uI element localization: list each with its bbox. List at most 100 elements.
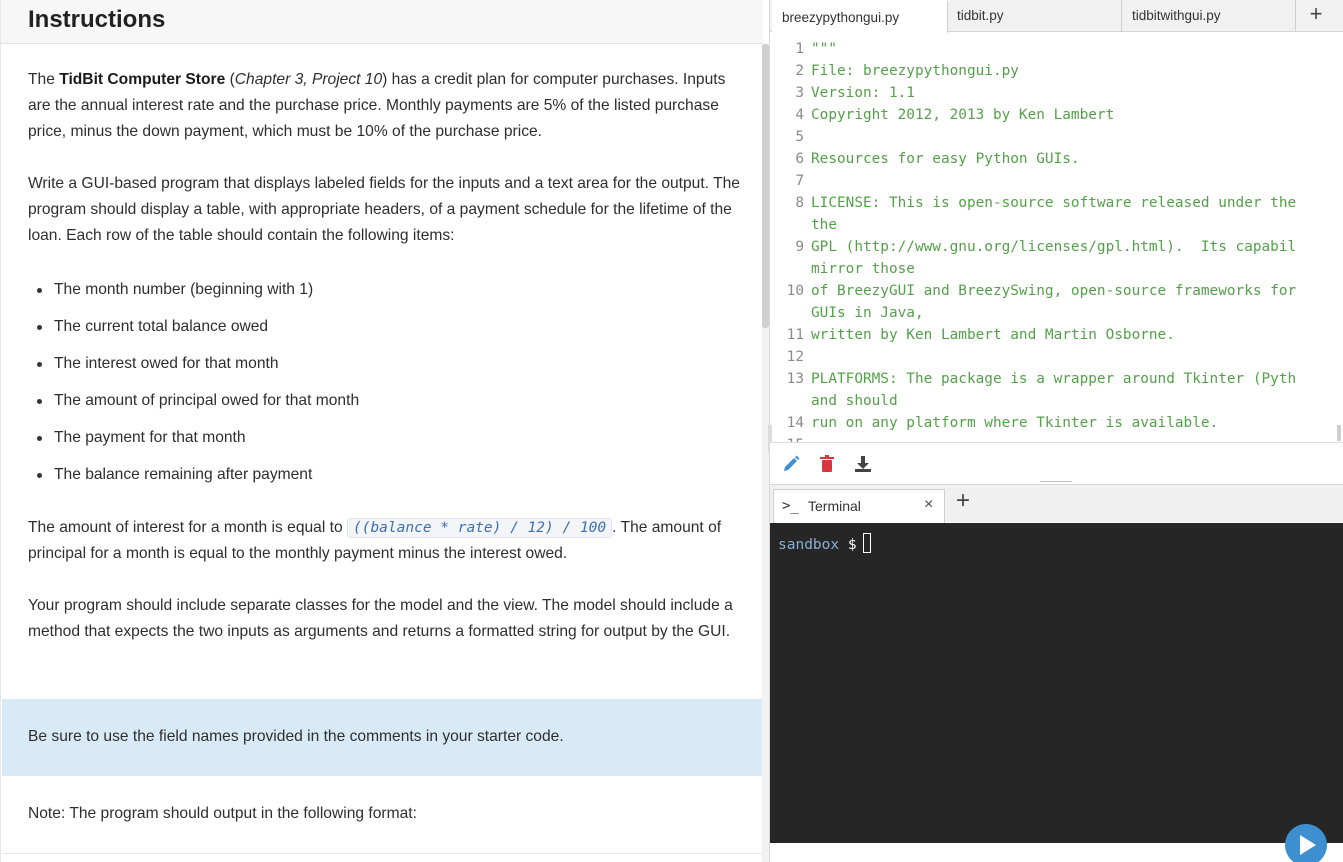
instructions-scrollbar[interactable]	[762, 44, 769, 862]
terminal-panel: >_ Terminal × + sandbox $	[769, 484, 1343, 862]
code-line[interactable]: GUIs in Java,	[770, 302, 1340, 324]
list-item: The interest owed for that month	[28, 351, 359, 388]
run-button[interactable]	[1285, 824, 1327, 862]
tab-breezypythongui[interactable]: breezypythongui.py	[772, 0, 948, 33]
code-text: GUIs in Java,	[811, 305, 924, 321]
store-name: TidBit Computer Store	[59, 71, 226, 88]
code-line[interactable]: 5	[770, 126, 1340, 148]
code-text: GPL (http://www.gnu.org/licenses/gpl.htm…	[811, 239, 1297, 255]
code-line[interactable]: 14 run on any platform where Tkinter is a…	[770, 412, 1340, 434]
line-number: 12	[786, 349, 804, 365]
code-line[interactable]: 6 Resources for easy Python GUIs.	[770, 148, 1340, 170]
line-number: 8	[795, 195, 804, 211]
line-number: 14	[786, 415, 804, 431]
chapter-reference: Chapter 3, Project 10	[234, 71, 383, 88]
instructions-header: Instructions	[1, 0, 763, 44]
tab-terminal[interactable]: >_ Terminal ×	[773, 489, 945, 523]
code-line[interactable]: 11 written by Ken Lambert and Martin Osbo…	[770, 324, 1340, 346]
code-text: LICENSE: This is open-source software re…	[811, 195, 1297, 211]
add-terminal-button[interactable]: +	[956, 487, 970, 515]
code-text: Copyright 2012, 2013 by Ken Lambert	[811, 107, 1115, 123]
code-line[interactable]: 2 File: breezypythongui.py	[770, 60, 1340, 82]
terminal-tab-label: Terminal	[808, 498, 861, 514]
list-item: The amount of principal owed for that mo…	[28, 388, 359, 425]
line-number: 10	[786, 283, 804, 299]
terminal-cursor	[862, 533, 871, 553]
code-line[interactable]: 10 of BreezyGUI and BreezySwing, open-sou…	[770, 280, 1340, 302]
code-text: mirror those	[811, 261, 915, 277]
tab-tidbitwithgui[interactable]: tidbitwithgui.py	[1122, 0, 1296, 32]
callout-box: Be sure to use the field names provided …	[2, 699, 763, 776]
code-line[interactable]: 1 """	[770, 38, 1340, 60]
code-line[interactable]: 13 PLATFORMS: The package is a wrapper ar…	[770, 368, 1340, 390]
download-icon[interactable]	[852, 453, 874, 475]
intro-prefix: The	[28, 71, 60, 88]
interest-prefix: The amount of interest for a month is eq…	[28, 519, 347, 536]
paragraph-task: Write a GUI-based program that displays …	[28, 175, 740, 244]
line-number: 1	[795, 41, 804, 57]
line-number: 13	[786, 371, 804, 387]
code-text: written by Ken Lambert and Martin Osborn…	[811, 327, 1175, 343]
instructions-title: Instructions	[28, 6, 166, 33]
code-line[interactable]: 8 LICENSE: This is open-source software r…	[770, 192, 1340, 214]
code-line[interactable]: 15	[770, 434, 1340, 442]
code-text: File: breezypythongui.py	[811, 63, 1019, 79]
paragraph-interest: The amount of interest for a month is eq…	[28, 515, 743, 567]
line-number: 6	[795, 151, 804, 167]
paragraph-note: Note: The program should output in the f…	[28, 805, 417, 822]
paragraph-classes: Your program should include separate cla…	[28, 597, 733, 640]
code-line[interactable]: mirror those	[770, 258, 1340, 280]
terminal-icon: >_	[782, 498, 799, 514]
code-text: and should	[811, 393, 898, 409]
line-number: 9	[795, 239, 804, 255]
terminal-tabbar: >_ Terminal × +	[770, 484, 1343, 523]
terminal-output[interactable]: sandbox $	[770, 523, 1343, 843]
intro-paren: (	[225, 71, 235, 88]
code-text: Version: 1.1	[811, 85, 915, 101]
code-scrollbar[interactable]	[1337, 425, 1341, 441]
line-number: 2	[795, 63, 804, 79]
instructions-panel: Instructions The TidBit Computer Store (…	[0, 0, 763, 862]
list-item: The month number (beginning with 1)	[28, 277, 359, 314]
editor-toolbar	[770, 442, 1343, 485]
pencil-icon[interactable]	[780, 453, 802, 475]
terminal-host: sandbox	[778, 537, 840, 553]
editor-tabbar: breezypythongui.py tidbit.py tidbitwithg…	[770, 0, 1343, 33]
close-icon[interactable]: ×	[924, 496, 933, 514]
code-text: run on any platform where Tkinter is ava…	[811, 415, 1219, 431]
code-text: PLATFORMS: The package is a wrapper arou…	[811, 371, 1297, 387]
code-line[interactable]: and should	[770, 390, 1340, 412]
code-text: of BreezyGUI and BreezySwing, open-sourc…	[811, 283, 1297, 299]
code-line[interactable]: 9 GPL (http://www.gnu.org/licenses/gpl.ht…	[770, 236, 1340, 258]
list-item: The balance remaining after payment	[28, 462, 359, 499]
line-number: 5	[795, 129, 804, 145]
line-number: 7	[795, 173, 804, 189]
code-area[interactable]: 1 """ 2 File: breezypythongui.py 3 Version: 1…	[770, 38, 1340, 442]
trash-icon[interactable]	[816, 453, 838, 475]
paragraph-intro: The TidBit Computer Store (Chapter 3, Pr…	[28, 67, 743, 145]
code-text: """	[811, 41, 837, 57]
line-number: 4	[795, 107, 804, 123]
code-line[interactable]: 3 Version: 1.1	[770, 82, 1340, 104]
code-line[interactable]: 4 Copyright 2012, 2013 by Ken Lambert	[770, 104, 1340, 126]
terminal-prompt: sandbox $	[778, 533, 871, 556]
line-number: 11	[786, 327, 804, 343]
code-line[interactable]: 12	[770, 346, 1340, 368]
terminal-dollar: $	[847, 537, 857, 553]
scrollbar-thumb[interactable]	[762, 44, 769, 328]
line-number: 15	[770, 434, 804, 442]
code-text: Resources for easy Python GUIs.	[811, 151, 1080, 167]
code-line[interactable]: 7	[770, 170, 1340, 192]
add-tab-button[interactable]: +	[1296, 0, 1336, 32]
tab-tidbit[interactable]: tidbit.py	[947, 0, 1122, 32]
divider	[2, 853, 763, 854]
row-items-list: The month number (beginning with 1) The c…	[28, 277, 359, 499]
code-line[interactable]: the	[770, 214, 1340, 236]
interest-formula: ((balance * rate) / 12) / 100	[346, 518, 613, 538]
code-text: the	[811, 217, 837, 233]
code-editor: breezypythongui.py tidbit.py tidbitwithg…	[768, 0, 1343, 485]
list-item: The current total balance owed	[28, 314, 359, 351]
list-item: The payment for that month	[28, 425, 359, 462]
line-number: 3	[795, 85, 804, 101]
callout-text: Be sure to use the field names provided …	[28, 728, 564, 745]
